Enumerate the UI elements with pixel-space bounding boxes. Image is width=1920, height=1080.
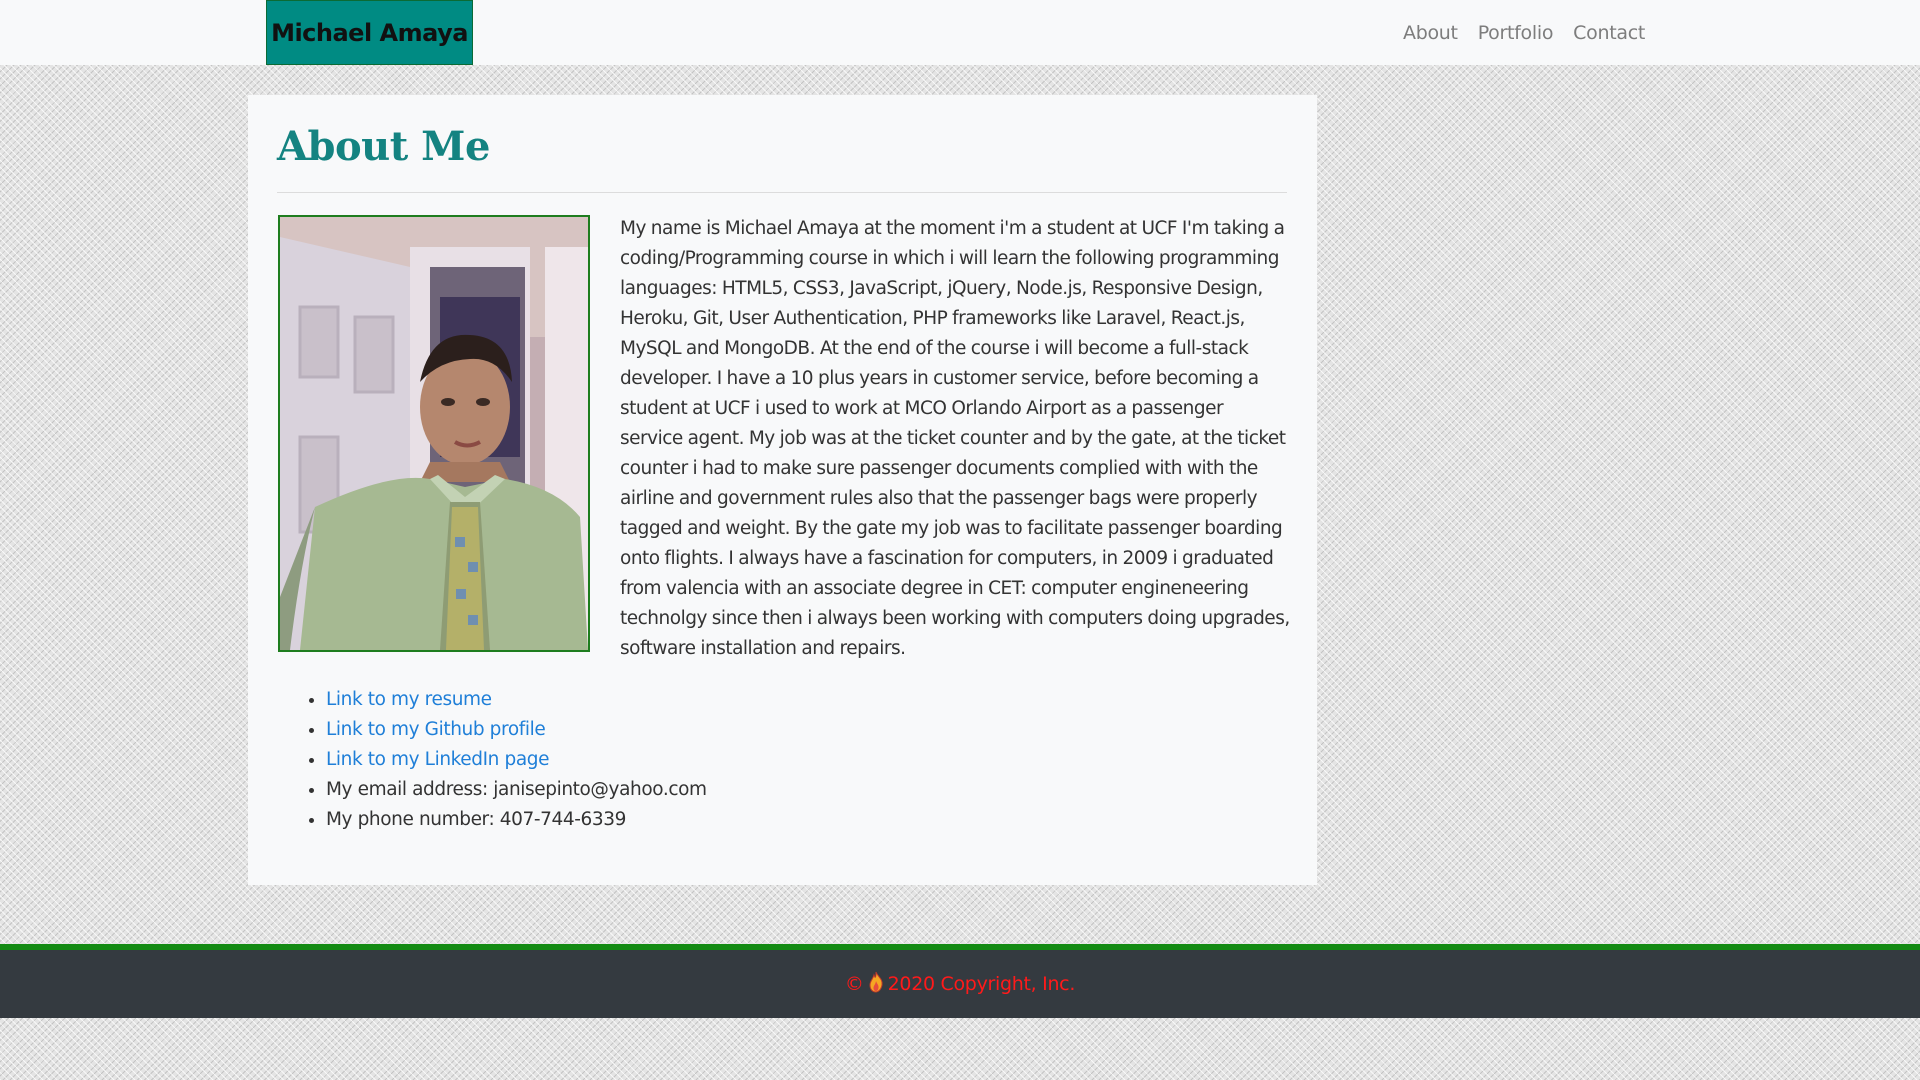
list-item: Link to my LinkedIn page (326, 745, 707, 775)
contact-list: Link to my resume Link to my Github prof… (286, 685, 707, 835)
brand-link[interactable]: Michael Amaya (266, 0, 473, 65)
phone-item: My phone number: 407-744-6339 (326, 805, 707, 835)
list-item: Link to my Github profile (326, 715, 707, 745)
nav-link-contact[interactable]: Contact (1573, 22, 1645, 44)
page-title: About Me (277, 123, 490, 170)
copyright: © 2020 Copyright, Inc. (0, 950, 1920, 1018)
title-divider (277, 192, 1287, 193)
profile-photo (278, 215, 590, 652)
copyright-symbol: © (844, 973, 864, 995)
list-item: Link to my resume (326, 685, 707, 715)
about-card: About Me My name is Michael Amaya at the… (248, 95, 1317, 885)
flame-icon (868, 953, 884, 1021)
resume-link[interactable]: Link to my resume (326, 689, 492, 710)
copyright-text: 2020 Copyright, Inc. (887, 973, 1076, 995)
bio-text: My name is Michael Amaya at the moment i… (620, 218, 1290, 659)
email-item: My email address: janisepinto@yahoo.com (326, 775, 707, 805)
nav-link-about[interactable]: About (1403, 22, 1458, 44)
github-link[interactable]: Link to my Github profile (326, 719, 546, 740)
nav-link-portfolio[interactable]: Portfolio (1478, 22, 1554, 44)
nav-links: About Portfolio Contact (1403, 0, 1645, 65)
navbar: Michael Amaya About Portfolio Contact (0, 0, 1920, 65)
footer: © 2020 Copyright, Inc. (0, 944, 1920, 1018)
linkedin-link[interactable]: Link to my LinkedIn page (326, 749, 549, 770)
